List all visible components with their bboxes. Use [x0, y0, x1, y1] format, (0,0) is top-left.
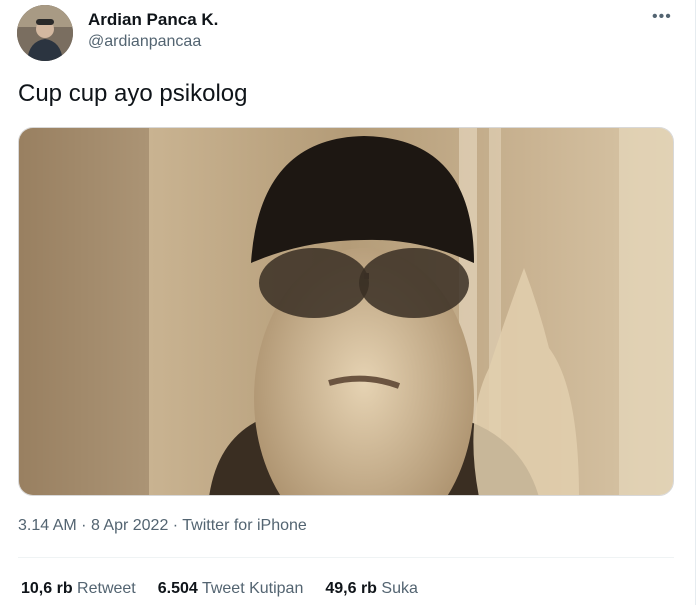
- user-handle[interactable]: @ardianpancaa: [88, 33, 201, 51]
- tweet-source[interactable]: Twitter for iPhone: [182, 517, 307, 534]
- retweet-count: 10,6 rb: [21, 580, 73, 597]
- like-count-link[interactable]: 49,6 rb Suka: [325, 580, 418, 598]
- tweet-card: Ardian Panca K. @ardianpancaa ••• Cup cu…: [0, 0, 696, 605]
- more-options-button[interactable]: •••: [652, 8, 672, 26]
- tweet-time[interactable]: 3.14 AM: [18, 517, 77, 534]
- tweet-metadata: 3.14 AM · 8 Apr 2022 · Twitter for iPhon…: [18, 517, 307, 535]
- tweet-text: Cup cup ayo psikolog: [18, 80, 248, 107]
- tweet-media-image[interactable]: [18, 127, 674, 496]
- like-label: Suka: [381, 580, 418, 597]
- quote-count: 6.504: [157, 580, 198, 597]
- meta-separator: ·: [172, 517, 179, 534]
- avatar[interactable]: [17, 5, 73, 61]
- quote-label: Tweet Kutipan: [201, 580, 304, 597]
- tweet-date[interactable]: 8 Apr 2022: [91, 517, 168, 534]
- meta-separator: ·: [81, 517, 87, 534]
- engagement-stats: 10,6 rb Retweet 6.504 Tweet Kutipan 49,6…: [21, 580, 418, 598]
- retweet-count-link[interactable]: 10,6 rb Retweet: [21, 580, 136, 598]
- more-horizontal-icon: •••: [652, 8, 672, 25]
- divider: [18, 557, 674, 558]
- like-count: 49,6 rb: [325, 580, 377, 597]
- user-name[interactable]: Ardian Panca K.: [88, 10, 218, 30]
- quote-count-link[interactable]: 6.504 Tweet Kutipan: [158, 580, 304, 598]
- retweet-label: Retweet: [77, 580, 136, 597]
